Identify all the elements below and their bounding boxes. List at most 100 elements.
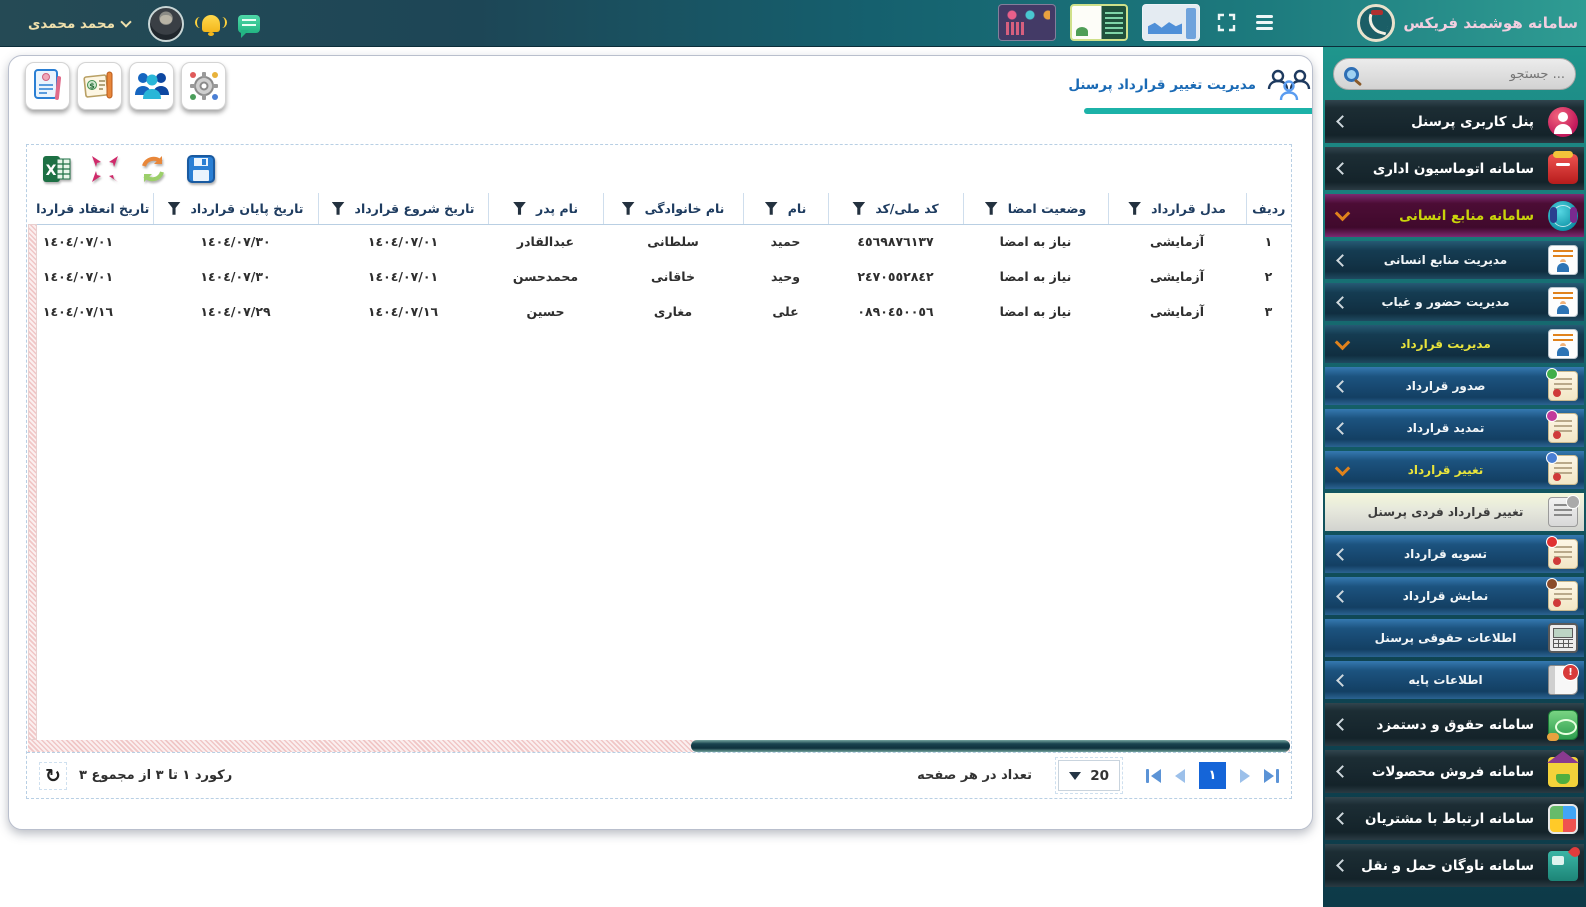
user-panel-icon — [1548, 107, 1578, 137]
sidebar-item[interactable]: نمایش قرارداد — [1325, 577, 1584, 615]
filter-funnel-icon[interactable] — [513, 202, 526, 215]
table-cell: ١٤٠٤/٠٧/٠١ — [37, 259, 153, 294]
settings-network-button[interactable] — [181, 62, 226, 110]
brand: سامانه هوشمند فریکس — [1357, 4, 1578, 42]
app-logo-icon — [1357, 4, 1395, 42]
table-cell: ١٤٠٤/٠٧/٠١ — [37, 224, 153, 259]
notifications-bell-icon[interactable] — [202, 15, 220, 32]
save-icon[interactable] — [185, 153, 217, 185]
contract-management-icon — [1548, 329, 1578, 359]
sidebar-item[interactable]: مدیریت منابع انسانی — [1325, 241, 1584, 279]
sidebar-item-label: سامانه اتوماسیون اداری — [1349, 161, 1542, 177]
sidebar-item[interactable]: سامانه اتوماسیون اداری — [1325, 147, 1584, 190]
table-cell: ١٤٠٤/٠٧/٠١ — [318, 259, 488, 294]
sidebar-item[interactable]: سامانه منابع انسانی — [1325, 194, 1584, 237]
dashboard-preview-2[interactable] — [1070, 4, 1128, 41]
filter-funnel-icon[interactable] — [852, 202, 865, 215]
horizontal-scrollbar[interactable] — [28, 740, 1290, 752]
renew-contract-icon — [1548, 413, 1578, 443]
column-header: وضعیت امضا — [963, 193, 1108, 224]
column-header: تاریخ پایان قرارداد — [153, 193, 318, 224]
sidebar-item[interactable]: سامانه فروش محصولات — [1325, 750, 1584, 793]
column-header: تاریخ شروع قرارداد — [318, 193, 488, 224]
refresh-data-icon[interactable] — [137, 153, 169, 185]
per-page-select[interactable]: 20 — [1058, 760, 1120, 791]
filter-funnel-icon[interactable] — [622, 202, 635, 215]
avatar[interactable] — [148, 6, 184, 42]
first-page-button[interactable] — [1146, 769, 1161, 783]
current-page-button[interactable]: ١ — [1199, 762, 1226, 789]
table-cell: نیاز به امضا — [963, 259, 1108, 294]
sidebar-item-label: سامانه فروش محصولات — [1349, 764, 1542, 780]
export-excel-icon[interactable]: X — [41, 153, 73, 185]
panel-header: مدیریت تغییر قرارداد پرسنل $ — [9, 56, 1312, 114]
chevron-down-icon — [1069, 772, 1081, 780]
table-row[interactable]: ٢آزمایشینیاز به امضا٢٤٧٠٥٥٢٨٤٢وحیدخاقانی… — [37, 259, 1291, 294]
sidebar-item[interactable]: سامانه حقوق و دستمزد — [1325, 703, 1584, 746]
filter-funnel-icon[interactable] — [332, 202, 345, 215]
next-page-button[interactable] — [1240, 769, 1250, 783]
table-row[interactable]: ٣آزمایشینیاز به امضا٠٨٩٠٤٥٠٠٥٦علیمغاریحس… — [37, 294, 1291, 329]
hr-system-icon — [1548, 201, 1578, 231]
table-row[interactable]: ١آزمایشینیاز به امضا٤٥٦٩٨٧٦١٣٧حمیدسلطانی… — [37, 224, 1291, 259]
table-cell: عبدالقادر — [488, 224, 603, 259]
per-page-value: 20 — [1090, 768, 1109, 784]
individual-contract-change-icon — [1548, 497, 1578, 527]
sidebar-item-label: مدیریت حضور و غیاب — [1349, 295, 1542, 309]
table-cell: ١٤٠٤/٠٧/٢٩ — [153, 294, 318, 329]
chevron-left-icon — [1335, 298, 1349, 307]
user-name: محمد محمدی — [28, 16, 115, 32]
sidebar-item-label: سامانه ارتباط با مشتریان — [1349, 811, 1542, 827]
column-header-label: کد ملی/کد — [875, 201, 938, 216]
per-page-label: تعداد در هر صفحه — [917, 768, 1032, 783]
chevron-left-icon — [1335, 382, 1349, 391]
dashboard-preview-3[interactable] — [1142, 4, 1200, 41]
chevron-left-icon — [1335, 814, 1349, 823]
table-cell: ١٤٠٤/٠٧/٣٠ — [153, 224, 318, 259]
pay-document-button[interactable]: $ — [77, 62, 122, 110]
attendance-management-icon — [1548, 287, 1578, 317]
sidebar-item[interactable]: تغییر قرارداد فردی پرسنل — [1325, 493, 1584, 531]
sidebar-item[interactable]: تمدید قرارداد — [1325, 409, 1584, 447]
column-header-label: نام — [788, 201, 807, 216]
app-title: سامانه هوشمند فریکس — [1403, 14, 1578, 32]
sidebar-item[interactable]: تسویه قرارداد — [1325, 535, 1584, 573]
contract-document-button[interactable] — [25, 62, 70, 110]
sidebar-item[interactable]: صدور قرارداد — [1325, 367, 1584, 405]
table-cell: خاقانی — [603, 259, 743, 294]
tab-contract-change-management[interactable]: مدیریت تغییر قرارداد پرسنل — [1034, 56, 1312, 114]
chevron-left-icon — [1335, 256, 1349, 265]
filter-funnel-icon[interactable] — [985, 202, 998, 215]
sidebar-item[interactable]: سامانه ارتباط با مشتریان — [1325, 797, 1584, 840]
issue-contract-icon — [1548, 371, 1578, 401]
filter-funnel-icon[interactable] — [765, 202, 778, 215]
horizontal-scrollbar-thumb[interactable] — [691, 740, 1290, 752]
sidebar-item[interactable]: سامانه ناوگان حمل و نقل — [1325, 844, 1584, 887]
chevron-down-icon — [1335, 212, 1349, 219]
chevron-down-icon — [1335, 467, 1349, 474]
previous-page-button[interactable] — [1175, 769, 1185, 783]
sidebar-item[interactable]: اطلاعات حقوقی پرسنل — [1325, 619, 1584, 657]
filter-funnel-icon[interactable] — [168, 202, 181, 215]
sidebar-item[interactable]: مدیریت قرارداد — [1325, 325, 1584, 363]
sidebar-item[interactable]: اطلاعات پایه — [1325, 661, 1584, 699]
filter-funnel-icon[interactable] — [1128, 202, 1141, 215]
collapse-columns-icon[interactable] — [89, 153, 121, 185]
fullscreen-icon[interactable] — [1214, 8, 1238, 38]
sidebar-item[interactable]: پنل کاربری پرسنل — [1325, 100, 1584, 143]
column-header-label: تاریخ پایان قرارداد — [191, 201, 304, 216]
user-menu[interactable]: محمد محمدی — [28, 16, 130, 32]
search-icon — [1344, 67, 1359, 82]
sidebar-item-label: اطلاعات حقوقی پرسنل — [1349, 631, 1542, 645]
personnel-group-button[interactable] — [129, 62, 174, 110]
svg-text:X: X — [46, 163, 57, 179]
vertical-scrollbar[interactable] — [28, 224, 37, 740]
sidebar-item[interactable]: مدیریت حضور و غیاب — [1325, 283, 1584, 321]
dashboard-preview-1[interactable] — [998, 4, 1056, 41]
hamburger-menu-icon[interactable] — [1252, 8, 1276, 38]
search-input[interactable] — [1367, 67, 1565, 82]
refresh-records-icon[interactable]: ↻ — [39, 762, 67, 790]
messages-icon[interactable] — [238, 15, 260, 33]
sidebar-item[interactable]: تغییر قرارداد — [1325, 451, 1584, 489]
last-page-button[interactable] — [1264, 769, 1279, 783]
